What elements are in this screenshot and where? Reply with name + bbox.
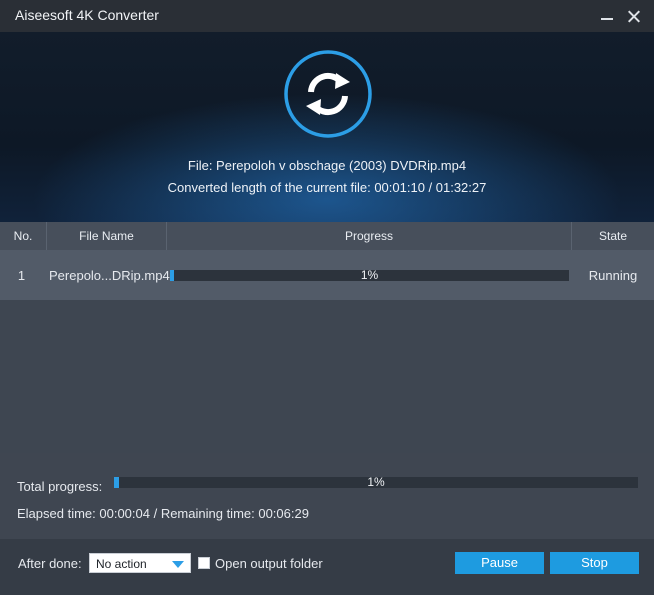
title-bar: Aiseesoft 4K Converter bbox=[0, 0, 654, 32]
minimize-icon[interactable] bbox=[599, 8, 615, 24]
column-header-progress[interactable]: Progress bbox=[167, 222, 572, 250]
footer-bar: After done: No action Open output folder… bbox=[0, 539, 654, 595]
elapsed-remaining-time: Elapsed time: 00:00:04 / Remaining time:… bbox=[17, 506, 309, 521]
converted-length-text: Converted length of the current file: 00… bbox=[167, 180, 487, 195]
total-progress-label: Total progress: bbox=[17, 479, 103, 494]
stop-button[interactable]: Stop bbox=[550, 552, 639, 574]
after-done-value: No action bbox=[96, 557, 147, 571]
row-file-name: Perepolo...DRip.mp4 bbox=[49, 268, 170, 283]
open-output-folder-checkbox[interactable] bbox=[198, 557, 210, 569]
total-progress-bar: 1% bbox=[114, 475, 638, 489]
table-row[interactable]: 1 Perepolo...DRip.mp4 1% Running bbox=[0, 250, 654, 300]
task-table-header: No. File Name Progress State bbox=[0, 222, 654, 250]
chevron-down-icon bbox=[172, 561, 184, 568]
column-header-state[interactable]: State bbox=[572, 222, 654, 250]
row-number: 1 bbox=[17, 268, 26, 283]
convert-refresh-icon bbox=[284, 50, 372, 138]
open-output-folder-label[interactable]: Open output folder bbox=[215, 556, 323, 571]
row-state: Running bbox=[588, 268, 638, 283]
conversion-banner: File: Perepoloh v obschage (2003) DVDRip… bbox=[0, 32, 654, 222]
total-progress-panel: Total progress: 1% Elapsed time: 00:00:0… bbox=[0, 453, 654, 539]
after-done-label: After done: bbox=[18, 556, 82, 571]
task-table-body: 1 Perepolo...DRip.mp4 1% Running bbox=[0, 250, 654, 453]
pause-button[interactable]: Pause bbox=[455, 552, 544, 574]
row-progress-bar: 1% bbox=[170, 268, 569, 282]
current-file-text: File: Perepoloh v obschage (2003) DVDRip… bbox=[187, 158, 467, 173]
row-progress-label: 1% bbox=[360, 268, 379, 282]
after-done-select[interactable]: No action bbox=[89, 553, 191, 573]
close-icon[interactable] bbox=[626, 8, 642, 24]
total-progress-percent: 1% bbox=[367, 475, 385, 489]
column-header-no[interactable]: No. bbox=[0, 222, 47, 250]
column-header-file-name[interactable]: File Name bbox=[47, 222, 167, 250]
window-title: Aiseesoft 4K Converter bbox=[15, 7, 159, 23]
